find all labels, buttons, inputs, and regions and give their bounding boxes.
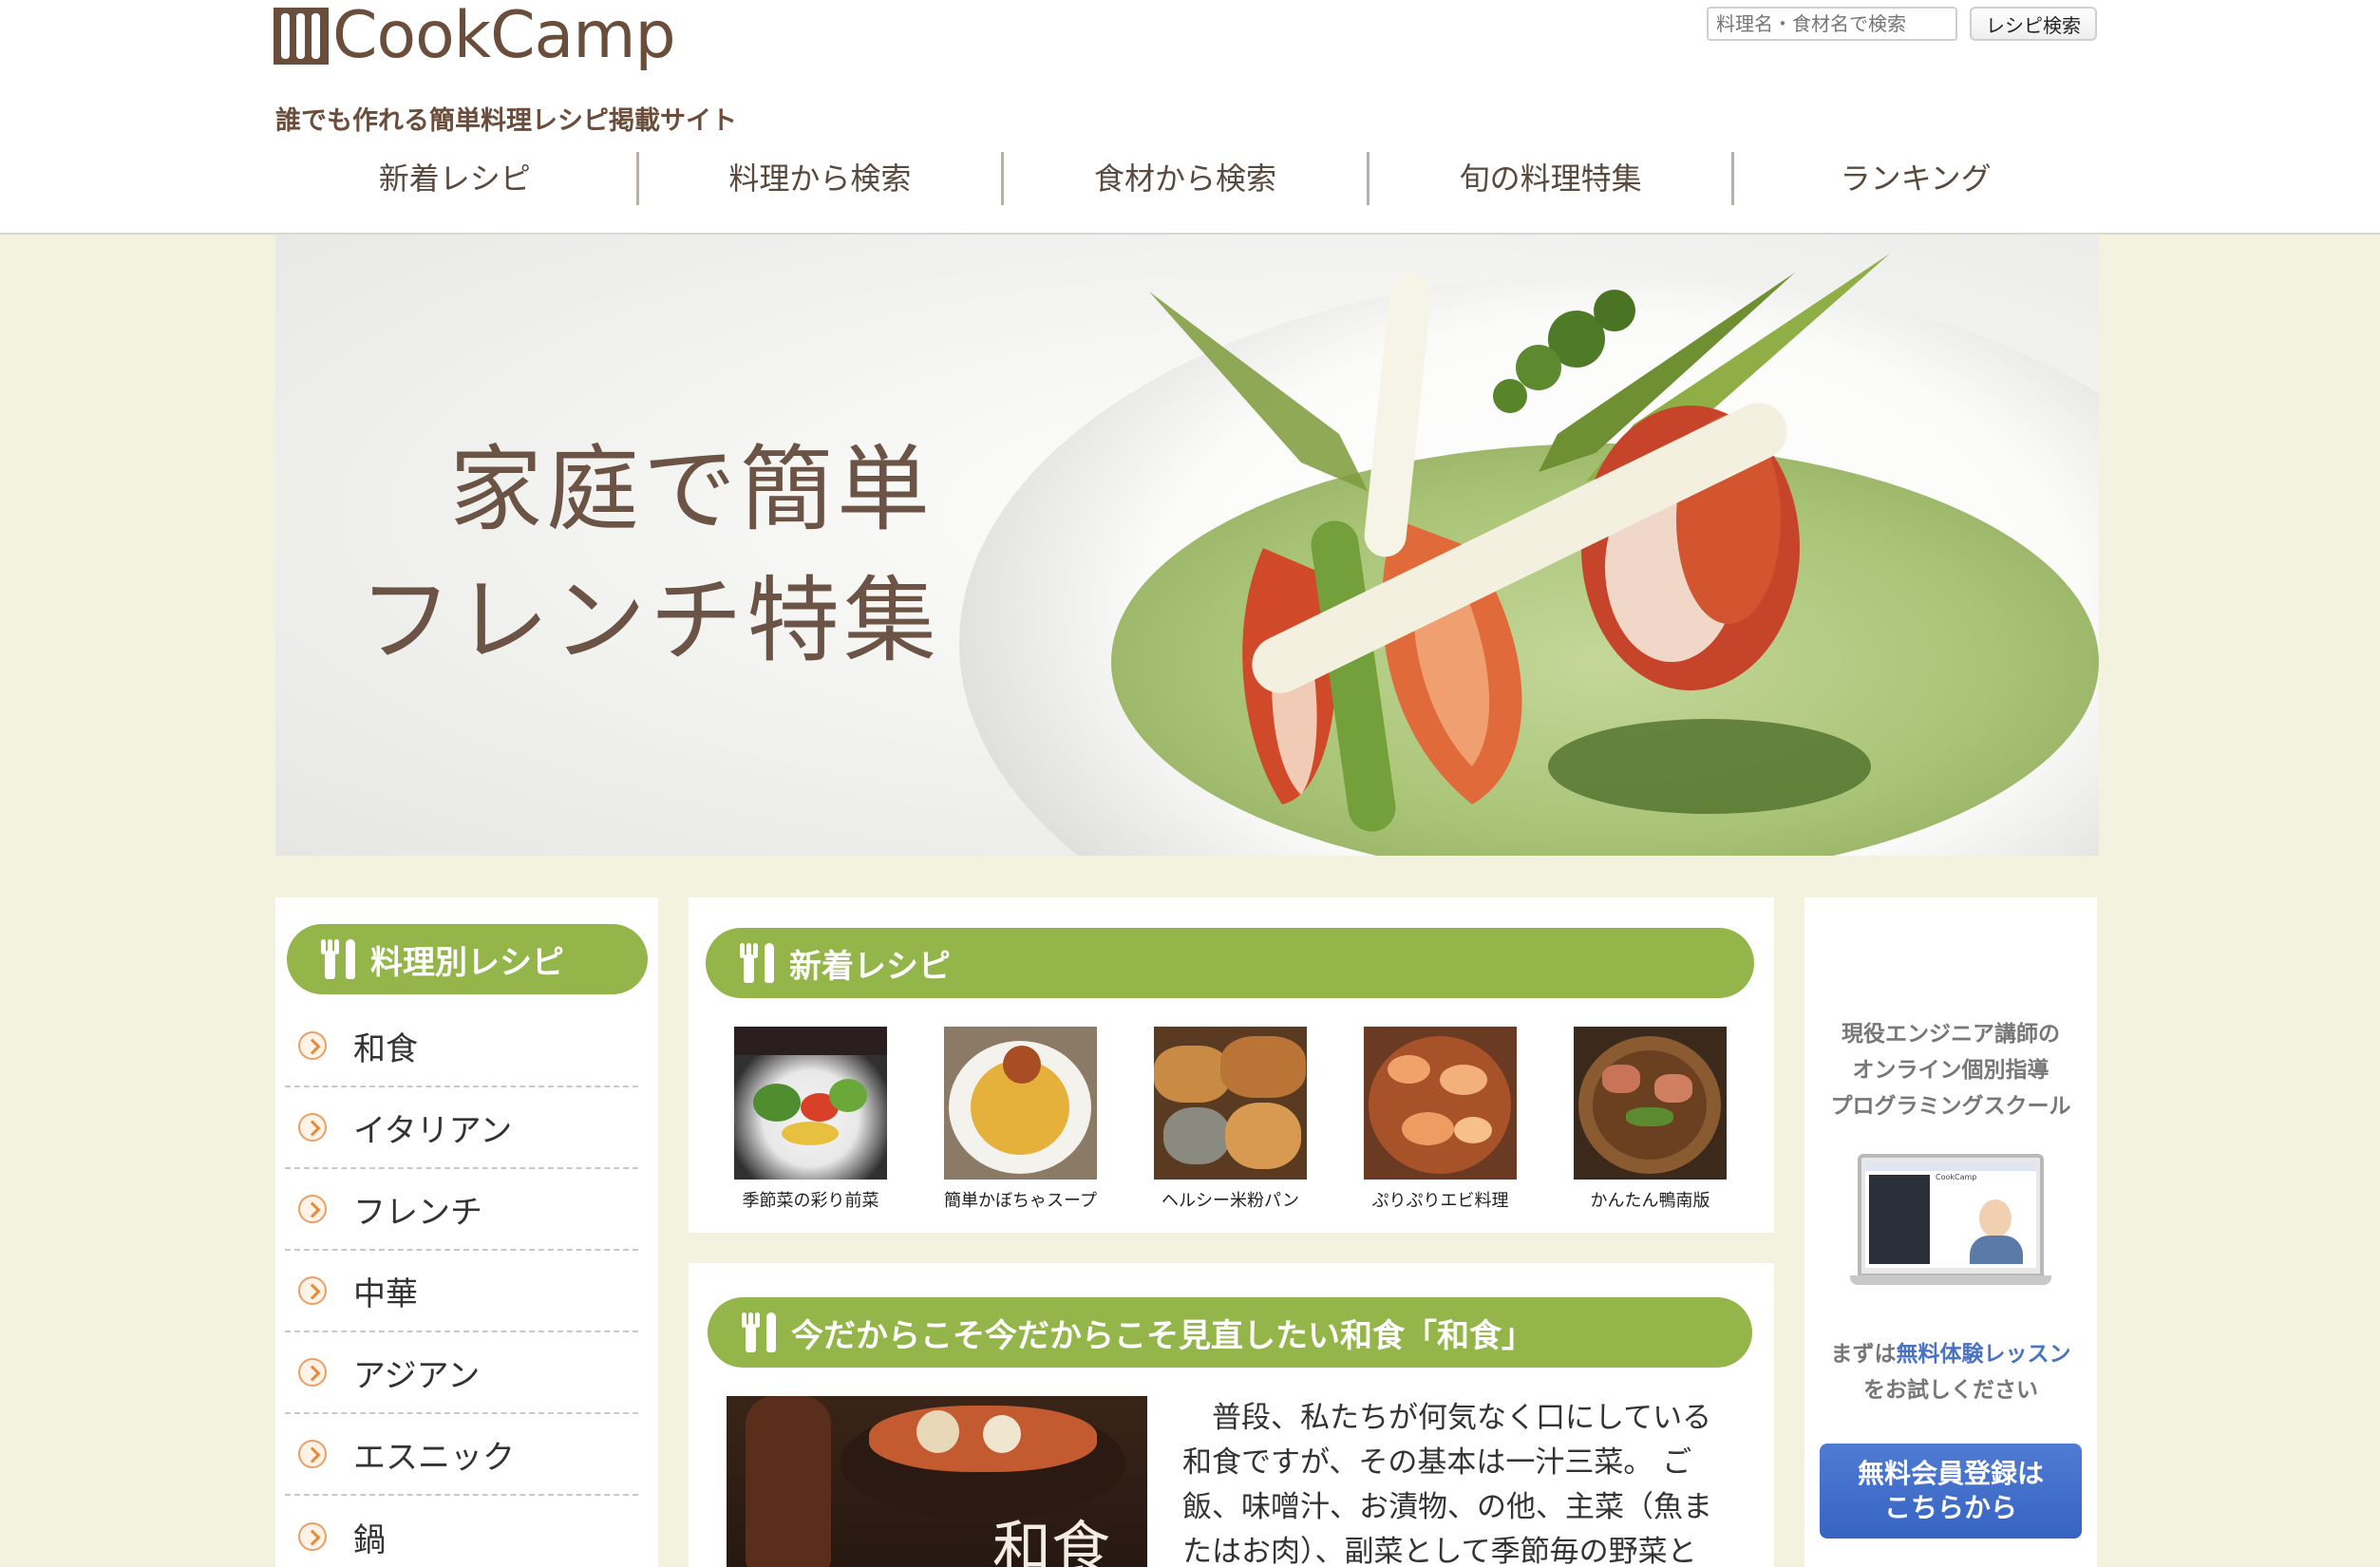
recipe-caption: かんたん鴨南版 [1590, 1191, 1710, 1211]
chevron-right-icon [298, 1276, 327, 1305]
chevron-right-icon [298, 1522, 327, 1551]
fork-knife-icon [740, 1312, 778, 1352]
laptop-screenshot-image: CookCamp [1850, 1154, 2051, 1287]
recipe-image-rice-flour-bread [1154, 1027, 1307, 1180]
ad-trial-highlight: 無料体験レッスン [1896, 1342, 2071, 1367]
feature-body-text: 普段、私たちが何気なく口にしている和食ですが、その基本は一汁三菜。 ご飯、味噌汁… [1182, 1401, 1712, 1567]
category-label: アジアン [353, 1356, 481, 1395]
logo-text: CookCamp [332, 0, 676, 73]
recipe-caption: ヘルシー米粉パン [1162, 1191, 1299, 1211]
category-item-nabe[interactable]: 鍋 [285, 1496, 638, 1567]
feature-article-panel: 今だからこそ今だからこそ見直したい和食「和食」 和食 普段、私たちが何気なく口に… [689, 1263, 1774, 1567]
ad-line-1: 現役エンジニア講師の [1842, 1022, 2060, 1047]
ad-trial-text: まずは無料体験レッスン をお試しください [1804, 1336, 2097, 1408]
recipe-image-seasonal-appetizer [734, 1027, 887, 1180]
recipe-card[interactable]: ヘルシー米粉パン [1154, 1027, 1307, 1212]
category-item-italian[interactable]: イタリアン [285, 1087, 638, 1169]
feature-image-label: 和食 [992, 1514, 1111, 1567]
chevron-right-icon [298, 1195, 327, 1223]
category-label: 中華 [353, 1274, 418, 1313]
hero-headline-line1: 家庭で簡単 [449, 436, 935, 544]
new-recipes-title: 新着レシピ [789, 947, 951, 986]
recipe-image-duck-soba [1574, 1027, 1727, 1180]
global-nav: 新着レシピ 料理から検索 食材から検索 旬の料理特集 ランキング [274, 152, 2097, 205]
laptop-screen-brand: CookCamp [1936, 1173, 1977, 1181]
fork-knife-icon [738, 943, 776, 983]
free-signup-button[interactable]: 無料会員登録は こちらから [1820, 1444, 2082, 1539]
category-label: フレンチ [353, 1193, 482, 1232]
fork-knife-icon [319, 939, 357, 979]
recipe-card[interactable]: 季節菜の彩り前菜 [734, 1027, 887, 1212]
category-item-ethnic[interactable]: エスニック [285, 1414, 638, 1496]
category-item-chinese[interactable]: 中華 [285, 1251, 638, 1332]
category-label: 鍋 [353, 1520, 386, 1559]
feature-body: 普段、私たちが何気なく口にしている和食ですが、その基本は一汁三菜。 ご飯、味噌汁… [1182, 1396, 1733, 1567]
recipe-card[interactable]: 簡単かぼちゃスープ [944, 1027, 1097, 1212]
chevron-right-icon [298, 1031, 327, 1060]
recipe-search-button[interactable]: レシピ検索 [1970, 7, 2097, 41]
site-logo[interactable]: CookCamp [274, 0, 676, 73]
sidebar-title: 料理別レシピ [370, 943, 564, 982]
recipe-caption: 季節菜の彩り前菜 [742, 1191, 879, 1211]
nav-ranking[interactable]: ランキング [1734, 152, 2097, 205]
hero-headline: 家庭で簡単 フレンチ特集 [359, 425, 940, 687]
recipe-image-pumpkin-soup [944, 1027, 1097, 1180]
category-item-french[interactable]: フレンチ [285, 1169, 638, 1251]
ad-line-2: オンライン個別指導 [1852, 1058, 2049, 1083]
search-form: レシピ検索 [1707, 7, 2097, 41]
recipe-caption: ぷりぷりエビ料理 [1371, 1191, 1509, 1211]
category-label: 和食 [353, 1029, 418, 1068]
recipe-card[interactable]: ぷりぷりエビ料理 [1364, 1027, 1517, 1212]
ad-line-3: プログラミングスクール [1830, 1094, 2071, 1119]
new-recipes-ribbon: 新着レシピ [706, 928, 1754, 998]
category-label: イタリアン [353, 1111, 513, 1150]
recipe-image-shrimp-dish [1364, 1027, 1517, 1180]
hero-headline-line2: フレンチ特集 [359, 567, 941, 675]
site-tagline: 誰でも作れる簡単料理レシピ掲載サイト [275, 106, 737, 136]
ad-trial-suffix: をお試しください [1863, 1378, 2038, 1403]
category-label: エスニック [353, 1438, 515, 1477]
recipe-caption: 簡単かぼちゃスープ [944, 1191, 1097, 1211]
fork-logo-icon [274, 8, 329, 65]
chevron-right-icon [298, 1358, 327, 1387]
chevron-right-icon [298, 1113, 327, 1142]
nav-seasonal-feature[interactable]: 旬の料理特集 [1369, 152, 1735, 205]
sidebar-title-ribbon: 料理別レシピ [287, 924, 648, 994]
nav-new-recipes[interactable]: 新着レシピ [274, 152, 639, 205]
feature-ribbon[interactable]: 今だからこそ今だからこそ見直したい和食「和食」 [708, 1297, 1752, 1368]
feature-title: 今だからこそ今だからこそ見直したい和食「和食」 [791, 1316, 1534, 1355]
new-recipes-panel: 新着レシピ 季節菜の彩り前菜 簡単かぼちゃスープ ヘルシー米粉パン ぷりぷりエビ… [689, 897, 1774, 1233]
chevron-right-icon [298, 1440, 327, 1468]
category-list: 和食 イタリアン フレンチ 中華 アジアン エスニック 鍋 [285, 1006, 638, 1567]
category-sidebar: 料理別レシピ 和食 イタリアン フレンチ 中華 アジアン エスニック 鍋 [275, 897, 658, 1567]
nav-search-by-dish[interactable]: 料理から検索 [639, 152, 1005, 205]
recipe-thumbnails: 季節菜の彩り前菜 簡単かぼちゃスープ ヘルシー米粉パン ぷりぷりエビ料理 かんた… [734, 1027, 1727, 1212]
ad-headline: 現役エンジニア講師の オンライン個別指導 プログラミングスクール [1804, 1016, 2097, 1124]
site-header: CookCamp 誰でも作れる簡単料理レシピ掲載サイト レシピ検索 新着レシピ … [0, 0, 2380, 235]
signup-button-line2: こちらから [1883, 1492, 2017, 1523]
feature-image-washoku[interactable]: 和食 [727, 1396, 1147, 1567]
signup-button-line1: 無料会員登録は [1857, 1458, 2044, 1489]
category-item-washoku[interactable]: 和食 [285, 1006, 638, 1087]
recipe-card[interactable]: かんたん鴨南版 [1574, 1027, 1727, 1212]
category-item-asian[interactable]: アジアン [285, 1332, 638, 1414]
search-input[interactable] [1707, 7, 1957, 41]
hero-banner[interactable]: 家庭で簡単 フレンチ特集 [275, 235, 2099, 856]
nav-search-by-ingredient[interactable]: 食材から検索 [1004, 152, 1369, 205]
ad-banner[interactable]: 現役エンジニア講師の オンライン個別指導 プログラミングスクール CookCam… [1804, 897, 2097, 1567]
ad-trial-prefix: まずは [1830, 1342, 1897, 1367]
